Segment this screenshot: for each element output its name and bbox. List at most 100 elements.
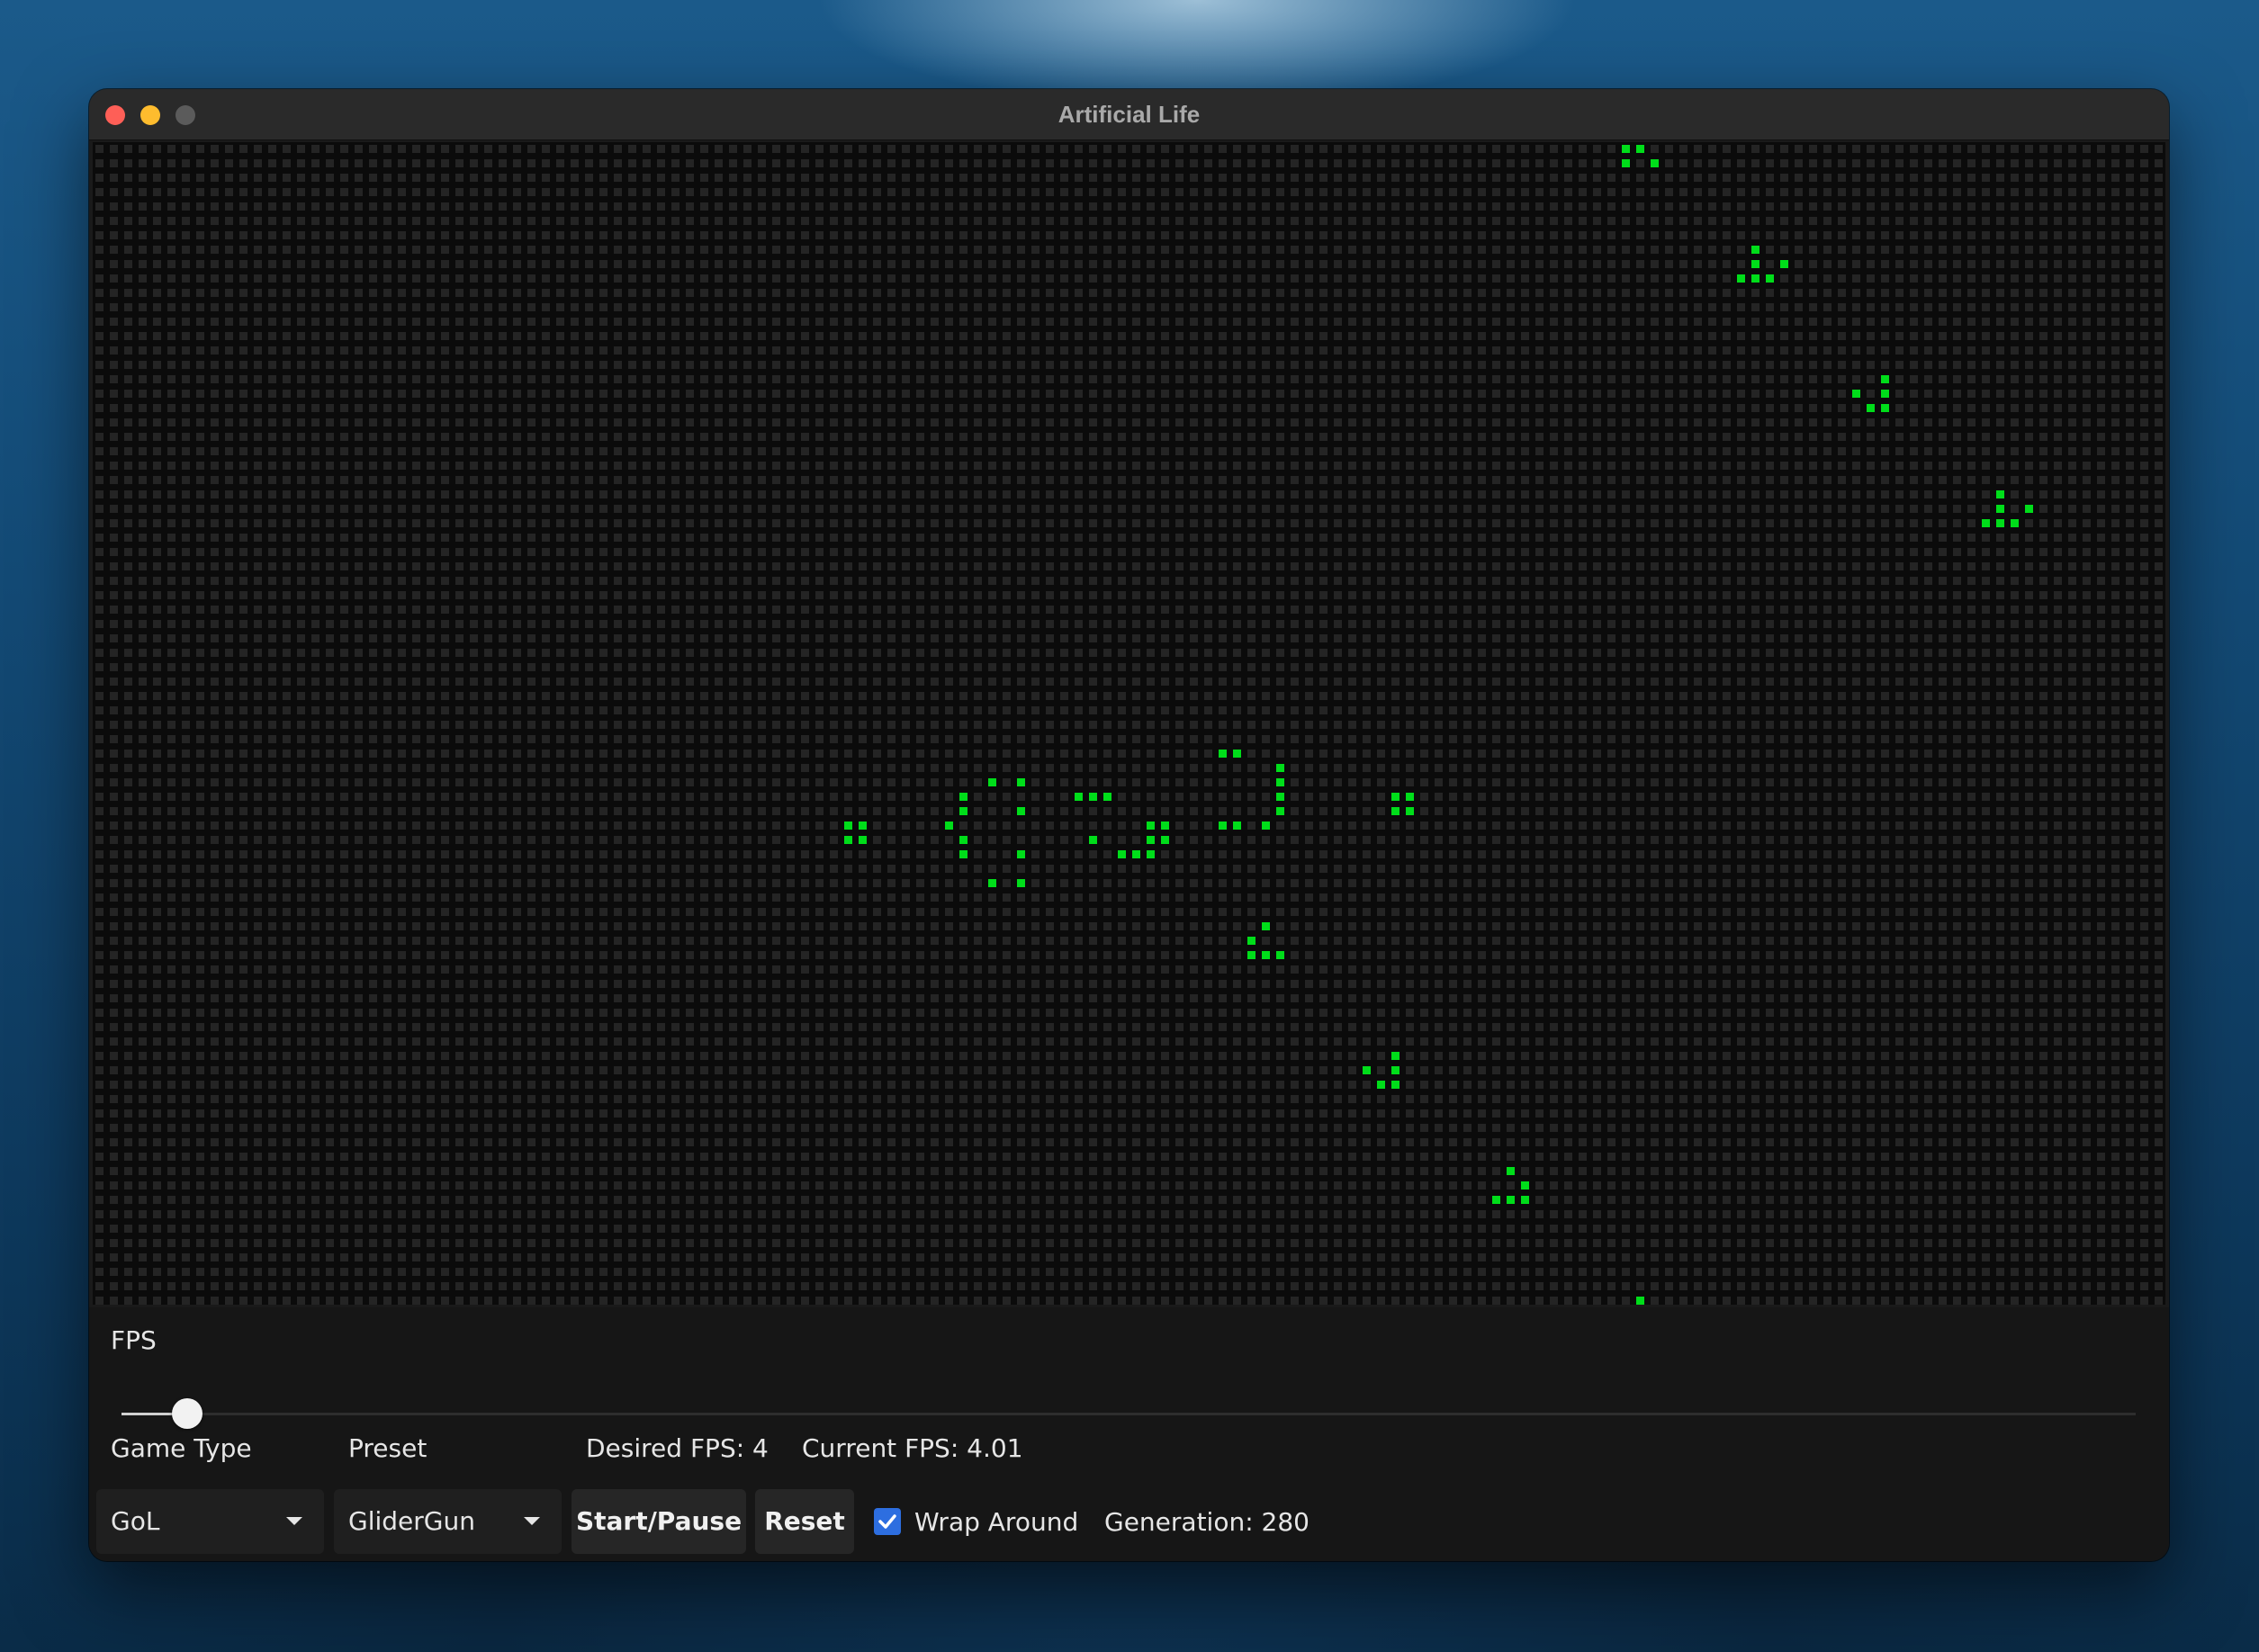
alive-cell[interactable] — [1751, 274, 1760, 283]
alive-cell[interactable] — [1161, 836, 1169, 844]
alive-cell[interactable] — [959, 807, 968, 815]
alive-cell[interactable] — [844, 836, 852, 844]
alive-cell[interactable] — [1996, 519, 2004, 527]
alive-cell[interactable] — [1622, 145, 1630, 153]
alive-cell[interactable] — [988, 778, 996, 786]
alive-cell[interactable] — [1262, 951, 1270, 959]
preset-dropdown[interactable]: GliderGun — [334, 1489, 562, 1554]
alive-cell[interactable] — [1276, 951, 1284, 959]
alive-cell[interactable] — [1247, 951, 1256, 959]
alive-cell[interactable] — [1651, 159, 1659, 167]
alive-cell[interactable] — [859, 822, 867, 830]
desired-fps-text: Desired FPS: 4 — [586, 1433, 769, 1463]
alive-cell[interactable] — [1636, 1297, 1644, 1305]
alive-cell[interactable] — [1161, 822, 1169, 830]
alive-cell[interactable] — [1147, 822, 1155, 830]
wrap-around-checkbox[interactable] — [874, 1508, 901, 1535]
alive-cell[interactable] — [1406, 807, 1414, 815]
alive-cell[interactable] — [1233, 822, 1241, 830]
fps-label: FPS — [111, 1325, 157, 1355]
alive-cell[interactable] — [1276, 778, 1284, 786]
alive-cell[interactable] — [1996, 490, 2004, 498]
app-window: Artificial Life FPS Game Type Preset Des… — [89, 89, 2169, 1561]
alive-cell[interactable] — [959, 793, 968, 801]
alive-cell[interactable] — [1622, 159, 1630, 167]
alive-cell[interactable] — [1247, 937, 1256, 945]
life-grid[interactable] — [93, 142, 2165, 1305]
alive-cell[interactable] — [1507, 1167, 1515, 1175]
alive-cell[interactable] — [988, 879, 996, 887]
alive-cell[interactable] — [1751, 260, 1760, 268]
alive-cell[interactable] — [959, 850, 968, 858]
reset-button[interactable]: Reset — [755, 1489, 854, 1554]
current-fps-text: Current FPS: 4.01 — [802, 1433, 1023, 1463]
alive-cell[interactable] — [1852, 390, 1860, 398]
alive-cell[interactable] — [1391, 1066, 1400, 1074]
alive-cell[interactable] — [1103, 793, 1112, 801]
alive-cell[interactable] — [1233, 750, 1241, 758]
alive-cell[interactable] — [1075, 793, 1083, 801]
game-type-label: Game Type — [111, 1433, 252, 1463]
window-title: Artificial Life — [1058, 101, 1201, 128]
alive-cell[interactable] — [1017, 850, 1025, 858]
alive-cell[interactable] — [1867, 404, 1875, 412]
alive-cell[interactable] — [1881, 404, 1889, 412]
alive-cell[interactable] — [844, 822, 852, 830]
alive-cell[interactable] — [1636, 145, 1644, 153]
fps-slider-track[interactable] — [122, 1413, 2136, 1415]
alive-cell[interactable] — [1017, 807, 1025, 815]
wrap-around-label[interactable]: Wrap Around — [914, 1507, 1078, 1537]
alive-cell[interactable] — [959, 836, 968, 844]
alive-cell[interactable] — [1089, 793, 1097, 801]
alive-cell[interactable] — [1276, 793, 1284, 801]
generation-text: Generation: 280 — [1104, 1507, 1310, 1537]
alive-cell[interactable] — [1996, 505, 2004, 513]
alive-cell[interactable] — [1147, 850, 1155, 858]
alive-cell[interactable] — [1276, 807, 1284, 815]
alive-cell[interactable] — [1507, 1196, 1515, 1204]
alive-cell[interactable] — [1377, 1081, 1385, 1089]
game-type-dropdown[interactable]: GoL — [96, 1489, 324, 1554]
alive-cell[interactable] — [1982, 519, 1990, 527]
preset-value: GliderGun — [348, 1506, 475, 1536]
alive-cell[interactable] — [1363, 1066, 1371, 1074]
alive-cell[interactable] — [1219, 750, 1227, 758]
alive-cell[interactable] — [2011, 519, 2019, 527]
alive-cell[interactable] — [1391, 807, 1400, 815]
alive-cell[interactable] — [1276, 764, 1284, 772]
alive-cell[interactable] — [1766, 274, 1774, 283]
alive-cell[interactable] — [1262, 822, 1270, 830]
alive-cell[interactable] — [1391, 793, 1400, 801]
fps-slider-thumb[interactable] — [171, 1398, 202, 1429]
alive-cell[interactable] — [1521, 1181, 1529, 1190]
alive-cell[interactable] — [1262, 922, 1270, 930]
alive-cell[interactable] — [1132, 850, 1140, 858]
alive-cell[interactable] — [1118, 850, 1126, 858]
chevron-down-icon — [524, 1517, 540, 1525]
game-type-value: GoL — [111, 1506, 160, 1536]
alive-cell[interactable] — [1406, 793, 1414, 801]
alive-cell[interactable] — [1089, 836, 1097, 844]
alive-cell[interactable] — [945, 822, 953, 830]
life-grid-canvas[interactable] — [93, 142, 2165, 1305]
dead-cells[interactable] — [95, 145, 2165, 1305]
start-pause-button[interactable]: Start/Pause — [572, 1489, 746, 1554]
alive-cell[interactable] — [1751, 246, 1760, 254]
alive-cell[interactable] — [1780, 260, 1788, 268]
alive-cell[interactable] — [2025, 505, 2033, 513]
alive-cell[interactable] — [1391, 1081, 1400, 1089]
alive-cell[interactable] — [1521, 1196, 1529, 1204]
preset-label: Preset — [348, 1433, 428, 1463]
alive-cell[interactable] — [1737, 274, 1745, 283]
alive-cell[interactable] — [1147, 836, 1155, 844]
alive-cell[interactable] — [1391, 1052, 1400, 1060]
alive-cell[interactable] — [1017, 879, 1025, 887]
alive-cell[interactable] — [1881, 390, 1889, 398]
alive-cell[interactable] — [1017, 778, 1025, 786]
alive-cell[interactable] — [1219, 822, 1227, 830]
fps-slider[interactable] — [122, 1392, 2136, 1437]
alive-cell[interactable] — [859, 836, 867, 844]
title-bar[interactable]: Artificial Life — [89, 89, 2169, 140]
alive-cell[interactable] — [1492, 1196, 1500, 1204]
alive-cell[interactable] — [1881, 375, 1889, 383]
